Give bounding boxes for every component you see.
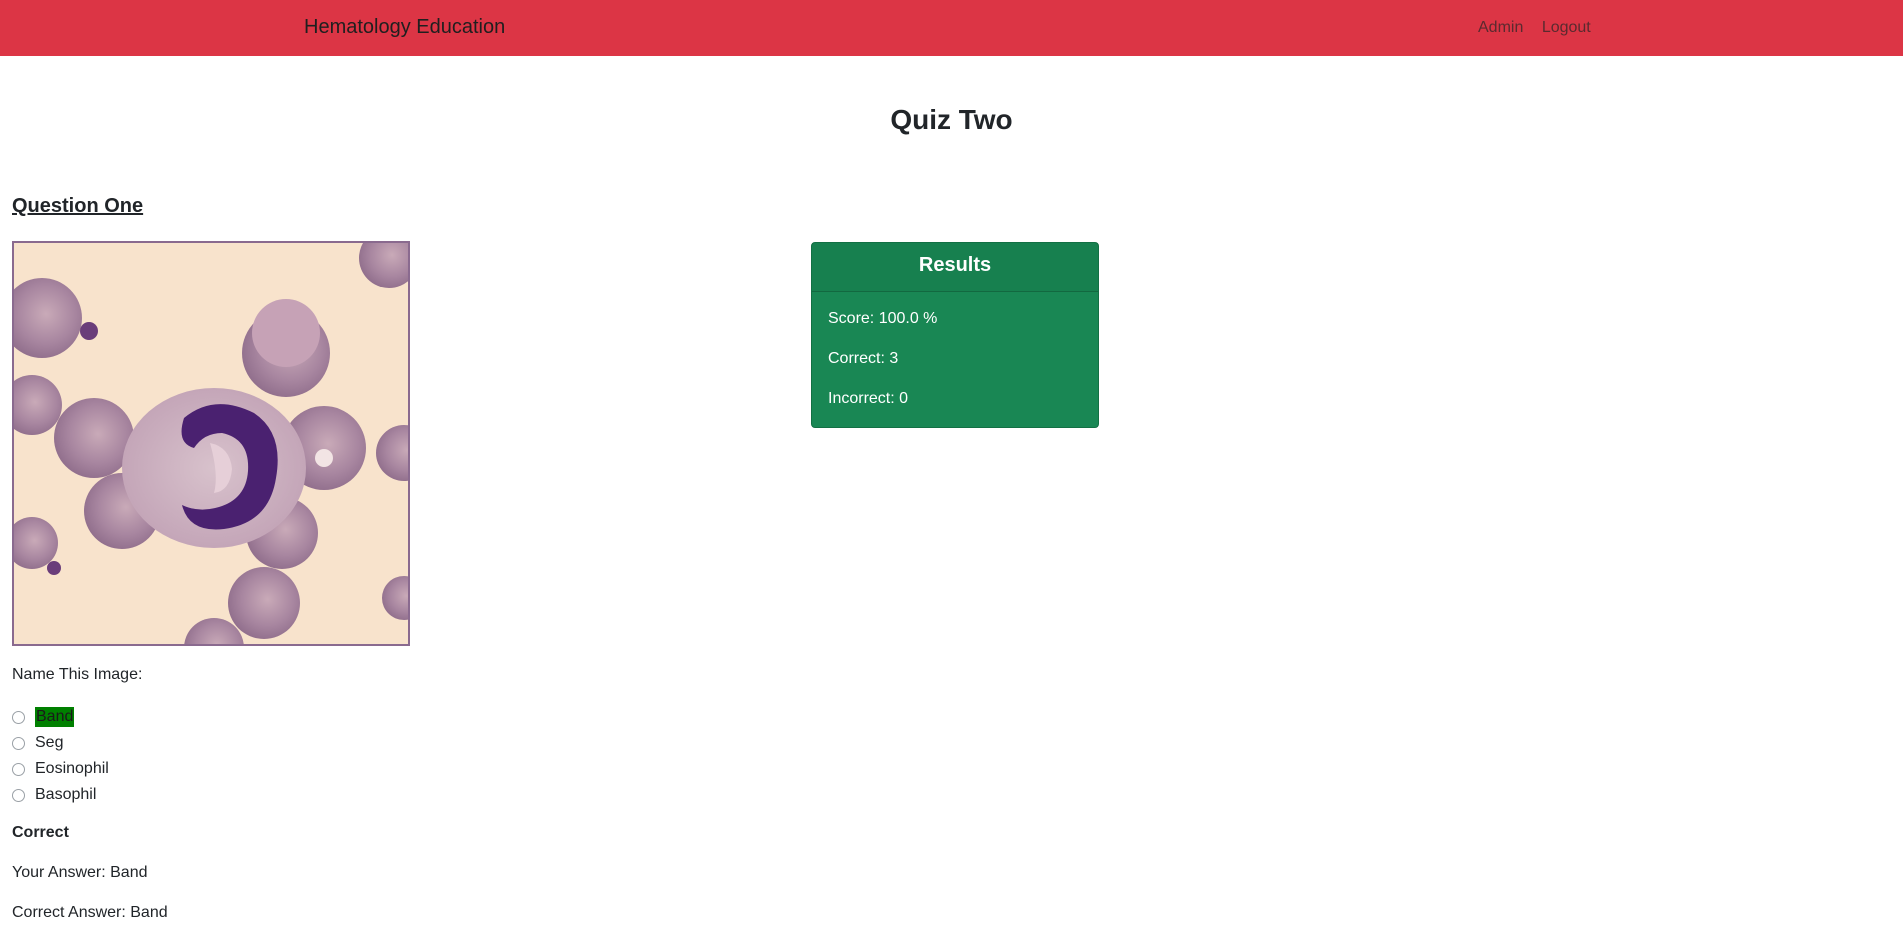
results-title: Results (812, 243, 1098, 292)
option-seg[interactable]: Seg (12, 730, 109, 756)
brand-link[interactable]: Hematology Education (304, 16, 505, 39)
results-score: Score: 100.0 % (828, 310, 938, 327)
option-label: Basophil (35, 786, 97, 803)
blood-smear-image (12, 241, 410, 646)
question-prompt: Name This Image: (12, 666, 143, 683)
question-heading: Question One (12, 195, 144, 217)
option-band[interactable]: Band (12, 704, 109, 730)
nav-logout-link[interactable]: Logout (1542, 19, 1591, 36)
radio-seg[interactable] (12, 736, 25, 750)
nav-links: Admin Logout (1478, 19, 1605, 37)
radio-band[interactable] (12, 710, 25, 724)
results-card: Results Score: 100.0 % Correct: 3 Incorr… (811, 242, 1099, 428)
option-label: Band (35, 707, 75, 727)
option-eosinophil[interactable]: Eosinophil (12, 756, 109, 782)
nav-admin-link[interactable]: Admin (1478, 19, 1523, 36)
results-body: Score: 100.0 % Correct: 3 Incorrect: 0 (812, 292, 1098, 430)
answer-options: Band Seg Eosinophil Basophil (12, 704, 109, 808)
radio-basophil[interactable] (12, 788, 25, 802)
option-label: Eosinophil (35, 760, 109, 777)
correct-answer: Correct Answer: Band (12, 904, 168, 921)
top-navbar: Hematology Education Admin Logout (0, 0, 1903, 56)
page-title: Quiz Two (890, 104, 1013, 135)
option-label: Seg (35, 734, 64, 751)
results-correct: Correct: 3 (828, 350, 899, 367)
radio-eosinophil[interactable] (12, 762, 25, 776)
your-answer: Your Answer: Band (12, 864, 148, 881)
answer-status: Correct (12, 824, 69, 841)
results-incorrect: Incorrect: 0 (828, 390, 909, 407)
option-basophil[interactable]: Basophil (12, 782, 109, 808)
